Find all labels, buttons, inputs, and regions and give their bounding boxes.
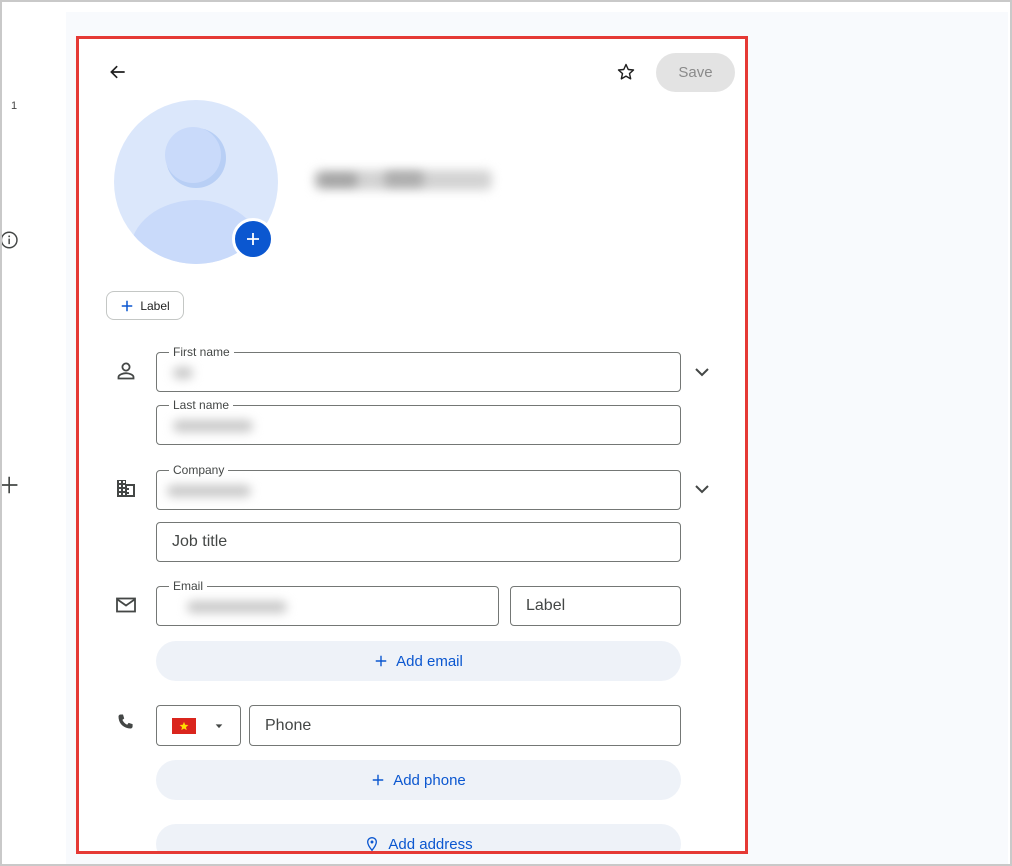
country-code-select[interactable] <box>156 705 241 746</box>
person-icon <box>114 359 138 383</box>
add-photo-button[interactable] <box>232 218 274 260</box>
job-title-input[interactable] <box>157 523 680 561</box>
left-rail <box>2 2 66 864</box>
rail-number: 1 <box>11 100 18 112</box>
star-icon[interactable] <box>614 60 638 84</box>
plus-icon[interactable] <box>0 474 22 496</box>
last-name-label: Last name <box>169 398 234 412</box>
mail-icon <box>114 593 138 617</box>
info-icon[interactable] <box>0 229 22 251</box>
company-label: Company <box>169 463 229 477</box>
back-arrow-icon[interactable] <box>106 60 130 84</box>
chevron-down-icon[interactable] <box>690 360 714 384</box>
plus-icon <box>247 233 259 245</box>
add-address-text: Add address <box>388 835 473 853</box>
add-phone-button[interactable]: Add phone <box>156 760 681 800</box>
add-address-button[interactable]: Add address <box>156 824 681 852</box>
location-pin-icon <box>367 836 378 852</box>
job-title-field[interactable] <box>156 522 681 562</box>
email-label-field[interactable] <box>510 586 681 626</box>
company-field[interactable]: Company <box>156 463 681 510</box>
add-email-button[interactable]: Add email <box>156 641 681 681</box>
first-name-field[interactable]: First name <box>156 345 681 392</box>
contact-edit-card: Save Label First name Last name Company … <box>78 38 746 852</box>
contact-name-redacted <box>314 166 492 194</box>
dropdown-arrow-icon <box>215 723 223 728</box>
phone-input[interactable] <box>250 706 680 745</box>
add-email-text: Add email <box>396 652 463 670</box>
last-name-field[interactable]: Last name <box>156 398 681 445</box>
email-label-input[interactable] <box>511 587 680 625</box>
add-phone-text: Add phone <box>393 771 466 789</box>
email-label: Email <box>169 579 208 593</box>
plus-icon <box>372 774 384 786</box>
save-button[interactable]: Save <box>656 53 735 92</box>
first-name-label: First name <box>169 345 234 359</box>
plus-icon <box>122 300 133 311</box>
phone-field[interactable] <box>249 705 681 746</box>
phone-icon <box>114 711 138 735</box>
email-field[interactable]: Email <box>156 579 499 626</box>
vietnam-flag-icon <box>172 717 196 734</box>
plus-icon <box>375 655 387 667</box>
building-icon <box>114 476 138 500</box>
add-label-button[interactable]: Label <box>106 291 184 320</box>
chevron-down-icon[interactable] <box>690 477 714 501</box>
add-label-text: Label <box>140 298 170 313</box>
